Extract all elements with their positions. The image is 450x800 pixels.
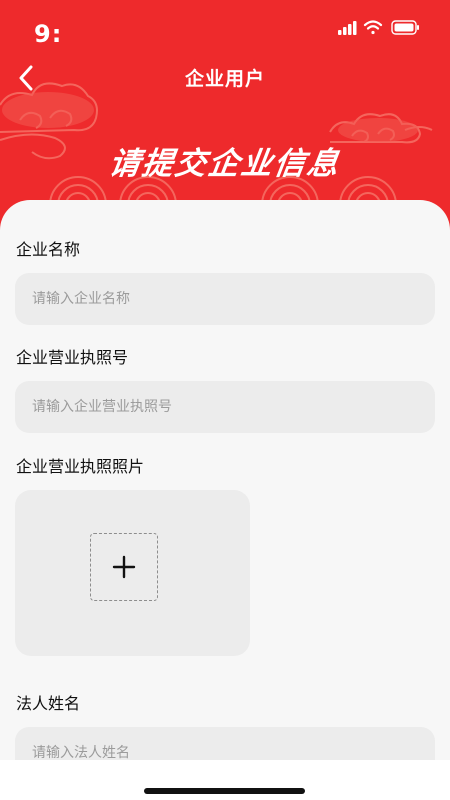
banner-title: 请提交企业信息 xyxy=(106,146,343,182)
screen: 9: 企业用户 请提交企业信息 企业名称 请输入企业名称 企业营业执照号 请输入… xyxy=(0,0,450,800)
legal-person-input[interactable] xyxy=(30,744,435,760)
license-number-input[interactable] xyxy=(30,398,435,416)
page-title: 企业用户 xyxy=(184,68,265,90)
license-photo-label: 企业营业执照照片 xyxy=(16,457,145,476)
company-name-field[interactable] xyxy=(15,273,435,325)
plus-icon xyxy=(112,555,135,578)
battery-icon xyxy=(391,20,419,35)
wifi-icon xyxy=(363,20,383,35)
license-number-field[interactable] xyxy=(15,381,435,433)
company-name-label: 企业名称 xyxy=(16,240,81,259)
status-icons xyxy=(338,20,419,35)
legal-person-field[interactable] xyxy=(15,727,435,760)
license-photo-upload[interactable] xyxy=(15,490,250,656)
home-indicator xyxy=(144,788,305,794)
signal-icon xyxy=(338,21,357,35)
upload-dashed-box xyxy=(90,533,158,601)
company-name-input[interactable] xyxy=(30,290,435,308)
status-time: 9: xyxy=(34,20,63,48)
license-number-label: 企业营业执照号 xyxy=(16,348,129,367)
bottom-safe-area xyxy=(0,760,450,800)
legal-person-label: 法人姓名 xyxy=(16,694,81,713)
form-sheet: 企业名称 企业营业执照号 企业营业执照照片 法人姓名 xyxy=(0,200,450,760)
